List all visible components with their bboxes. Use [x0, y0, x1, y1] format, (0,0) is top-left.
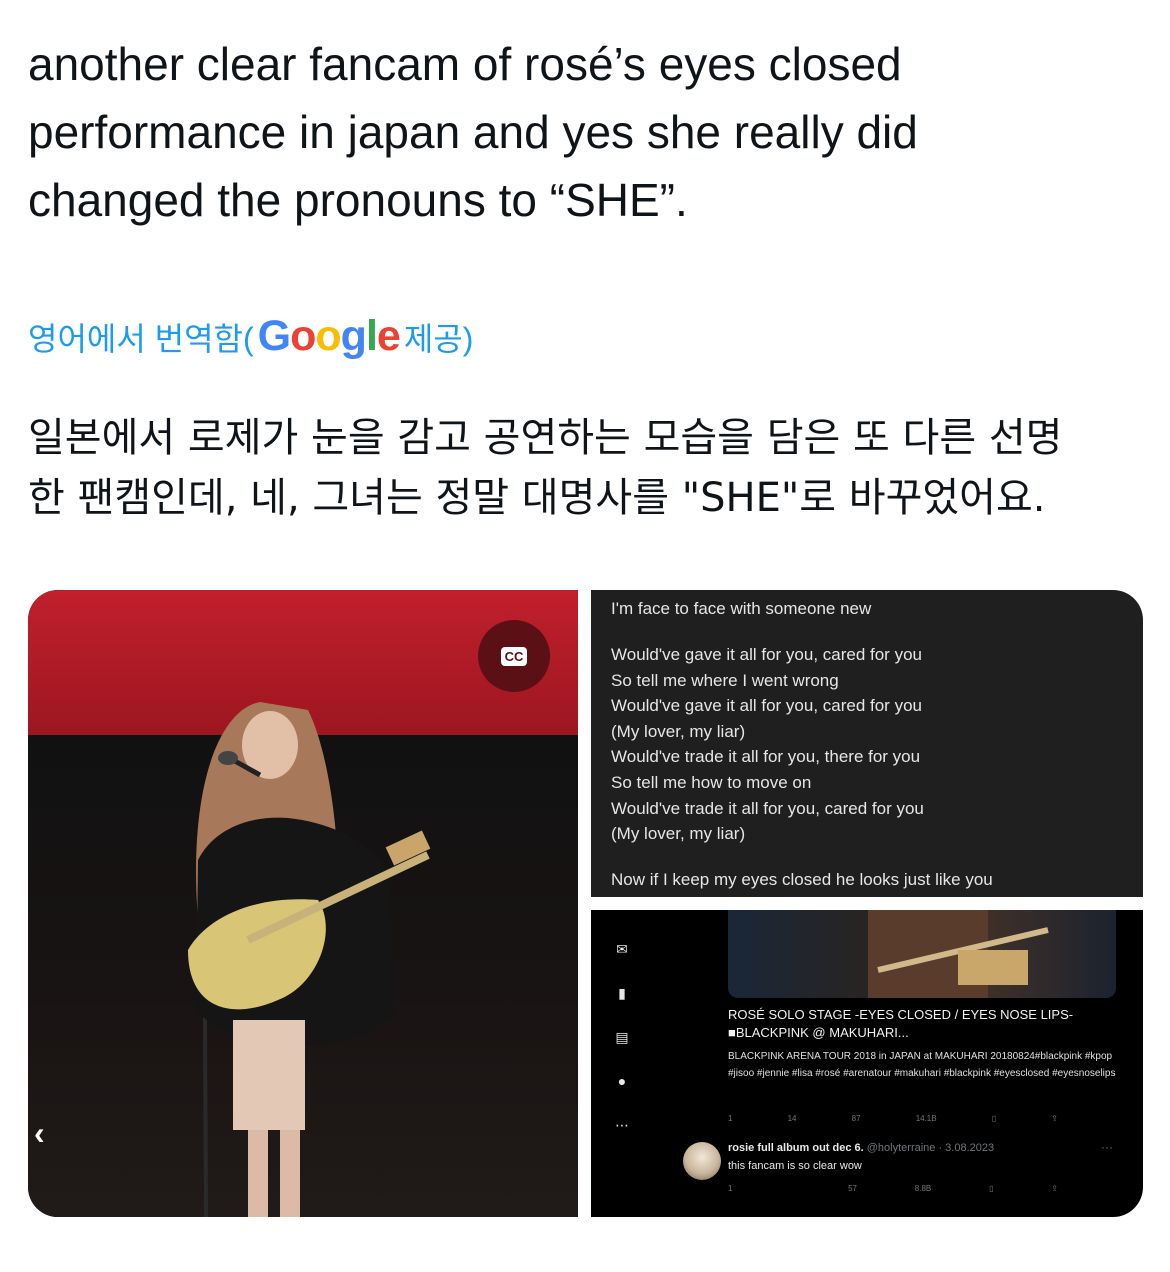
- chevron-left-icon[interactable]: ‹: [34, 1115, 45, 1152]
- mail-icon: ✉: [616, 940, 628, 957]
- share-icon: ⇪: [1051, 1184, 1058, 1193]
- more-icon: ⋯: [615, 1116, 629, 1133]
- more-icon: ···: [1101, 1140, 1113, 1154]
- lyric-line: Now if I keep my eyes closed he looks ju…: [611, 870, 993, 890]
- reply-handle: @holyterraine · 3.08.2023: [866, 1142, 995, 1154]
- tweet-stats: 1 14 87 14.1B ▯ ⇪: [728, 1114, 1058, 1123]
- avatar: [683, 1142, 721, 1180]
- like-count: 87: [851, 1114, 861, 1123]
- translate-suffix: 제공): [403, 321, 474, 357]
- lyric-line: (My lover, my liar): [611, 721, 746, 741]
- lyric-line: I'm face to face with someone new: [611, 599, 872, 618]
- concert-photo[interactable]: CC ‹: [28, 590, 578, 1217]
- tweet-text-line: changed the pronouns to “SHE”.: [28, 174, 688, 226]
- view-count: 8.8B: [914, 1184, 932, 1193]
- avatar-icon: ●: [617, 1073, 627, 1089]
- tweet-text: another clear fancam of rosé’s eyes clos…: [28, 30, 1138, 234]
- translated-by-google-link[interactable]: 영어에서 번역함( Google 제공): [28, 310, 473, 365]
- lyric-line: Would've gave it all for you, cared for …: [611, 696, 922, 716]
- translate-prefix: 영어에서 번역함(: [28, 321, 254, 357]
- reply-name: rosie full album out dec 6.: [728, 1142, 864, 1154]
- lyric-line: So tell me how to move on: [611, 772, 812, 792]
- google-logo: Google: [257, 312, 401, 360]
- video-title: ROSÉ SOLO STAGE -EYES CLOSED / EYES NOSE…: [728, 1007, 1074, 1040]
- reply-count: 1: [728, 1184, 733, 1193]
- lyric-line: (My lover, my liar): [611, 824, 746, 844]
- list-icon: ▤: [615, 1028, 629, 1045]
- bookmark-icon: ▮: [618, 984, 626, 1001]
- lyric-line: Would've trade it all for you, there for…: [611, 747, 921, 767]
- lyric-line: So tell me where I went wrong: [611, 670, 839, 690]
- reply-stats: 1 57 8.8B ▯ ⇪: [728, 1184, 1058, 1193]
- lyrics-screenshot[interactable]: I'm face to face with someone new Would'…: [591, 590, 1143, 897]
- like-count: 57: [848, 1184, 857, 1193]
- twitter-screenshot[interactable]: ✉ ▮ ▤ ● ⋯ ROSÉ SOLO STAGE -EYES CLOSED /…: [591, 910, 1143, 1217]
- tweet-text-line: performance in japan and yes she really …: [28, 106, 918, 158]
- bookmark-icon: ▯: [991, 1114, 997, 1123]
- translated-text: 일본에서 로제가 눈을 감고 공연하는 모습을 담은 또 다른 선명 한 팬캠인…: [28, 408, 1138, 528]
- reply-text: this fancam is so clear wow: [728, 1160, 862, 1172]
- bookmark-icon: ▯: [989, 1184, 994, 1193]
- lyric-line: Would've trade it all for you, cared for…: [611, 798, 924, 818]
- media-grid: CC ‹ I'm face to face with someone new W…: [28, 590, 1143, 1217]
- reply-header: rosie full album out dec 6. @holyterrain…: [728, 1142, 994, 1154]
- sidebar-icons: ✉ ▮ ▤ ● ⋯: [613, 940, 633, 1160]
- cc-icon: CC: [500, 646, 528, 666]
- view-count: 14.1B: [915, 1114, 937, 1123]
- video-description: BLACKPINK ARENA TOUR 2018 in JAPAN at MA…: [728, 1051, 1116, 1079]
- lyrics-text: I'm face to face with someone new Would'…: [611, 596, 993, 893]
- lyric-line: Would've gave it all for you, cared for …: [611, 644, 922, 664]
- retweet-count: 14: [787, 1114, 797, 1123]
- share-icon: ⇪: [1051, 1114, 1058, 1123]
- translated-line: 일본에서 로제가 눈을 감고 공연하는 모습을 담은 또 다른 선명: [28, 415, 1063, 461]
- closed-captions-button[interactable]: CC: [478, 620, 550, 692]
- translated-line: 한 팬캠인데, 네, 그녀는 정말 대명사를 "SHE"로 바꾸었어요.: [28, 475, 1046, 521]
- reply-count: 1: [728, 1114, 733, 1123]
- tweet-text-line: another clear fancam of rosé’s eyes clos…: [28, 38, 902, 90]
- video-thumbnail: [728, 910, 1116, 998]
